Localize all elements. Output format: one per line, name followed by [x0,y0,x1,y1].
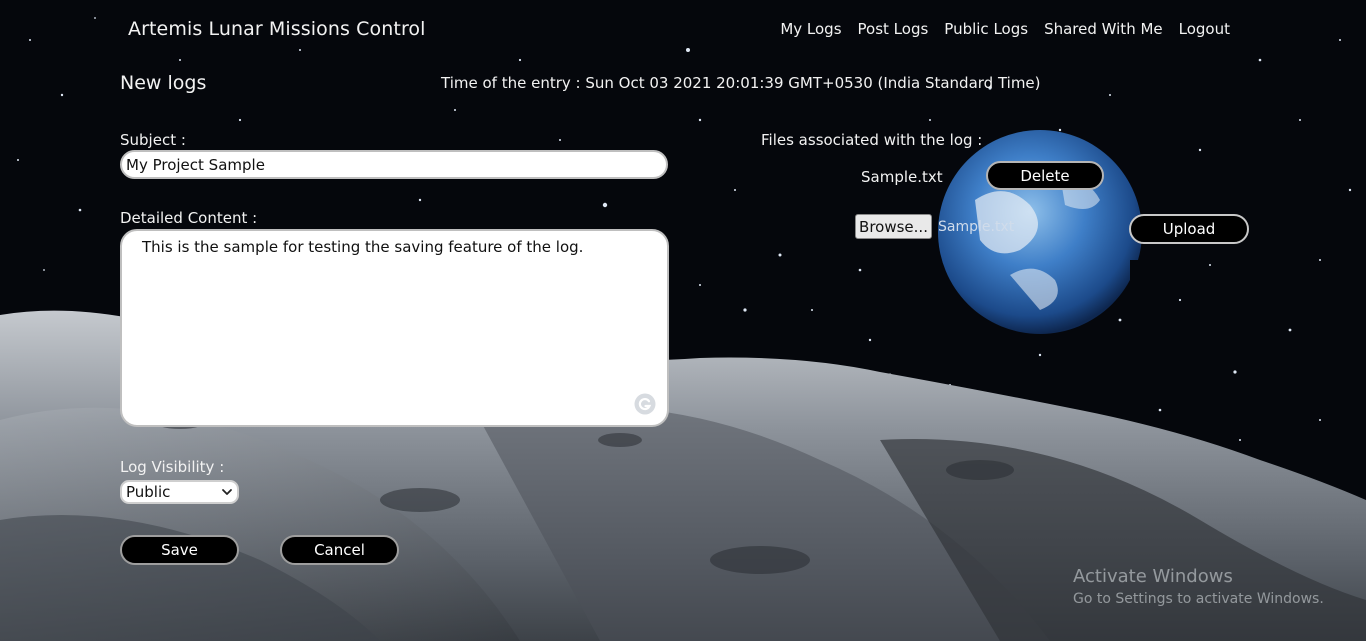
subject-input[interactable] [120,150,668,179]
attached-file-name: Sample.txt [861,168,943,186]
visibility-value: Public [126,483,171,501]
page-title: New logs [120,72,207,94]
save-button[interactable]: Save [120,535,239,565]
upload-button[interactable]: Upload [1129,214,1249,244]
browse-button[interactable]: Browse... [855,214,932,239]
nav-post-logs[interactable]: Post Logs [858,20,929,38]
content-textarea[interactable]: This is the sample for testing the savin… [120,229,669,427]
grammarly-icon[interactable] [634,393,656,415]
cancel-button[interactable]: Cancel [280,535,399,565]
files-label: Files associated with the log : [761,131,983,149]
activation-watermark-subtitle: Go to Settings to activate Windows. [1073,591,1324,607]
nav-public-logs[interactable]: Public Logs [944,20,1028,38]
selected-file-name: Sample.txt [938,219,1015,235]
nav-logout[interactable]: Logout [1179,20,1230,38]
entry-timestamp: Time of the entry : Sun Oct 03 2021 20:0… [441,74,1041,92]
page: Artemis Lunar Missions Control My Logs P… [0,0,1366,641]
delete-file-button[interactable]: Delete [986,161,1104,190]
visibility-label: Log Visibility : [120,458,225,476]
chevron-down-icon [222,489,232,495]
subject-label: Subject : [120,131,186,149]
visibility-select[interactable]: Public [120,480,239,504]
top-nav: My Logs Post Logs Public Logs Shared Wit… [780,20,1230,38]
nav-shared-with-me[interactable]: Shared With Me [1044,20,1163,38]
activation-watermark-title: Activate Windows [1073,566,1233,587]
app-title[interactable]: Artemis Lunar Missions Control [128,18,426,40]
nav-my-logs[interactable]: My Logs [780,20,841,38]
content-label: Detailed Content : [120,209,258,227]
